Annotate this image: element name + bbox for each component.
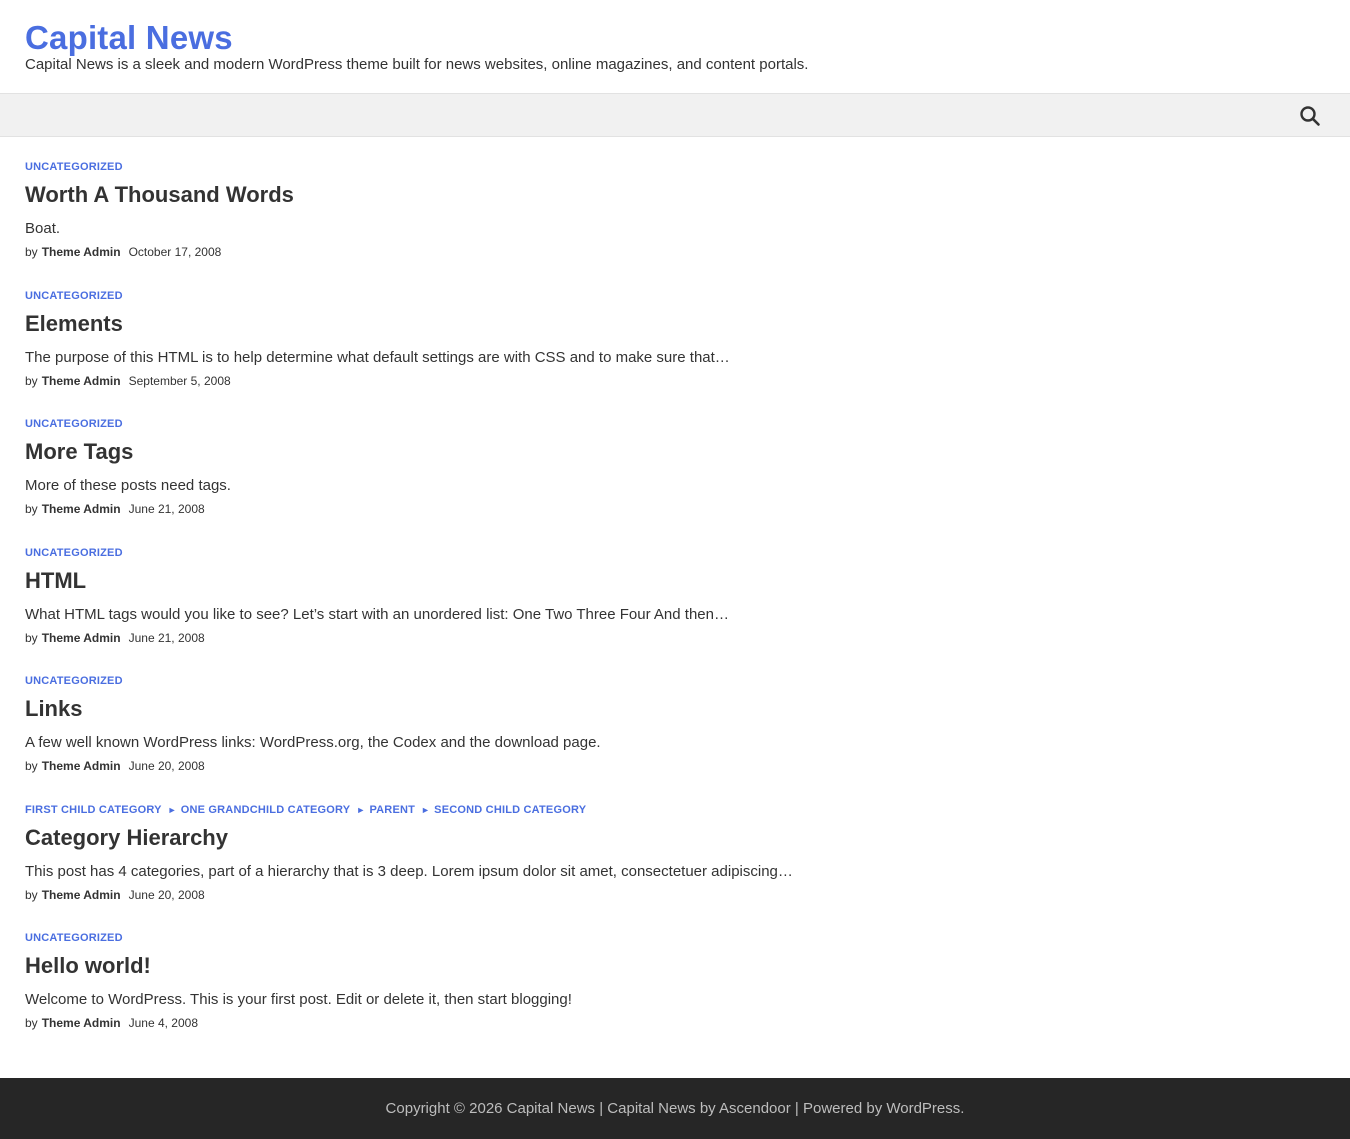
site-title[interactable]: Capital News (25, 16, 233, 60)
main-navigation (0, 93, 1350, 137)
category-link[interactable]: Parent (369, 804, 415, 816)
post-title[interactable]: Worth A Thousand Words (25, 181, 294, 209)
footer-theme-credit[interactable]: Capital News by Ascendoor (607, 1100, 790, 1117)
post-item: Uncategorized More Tags More of these post… (25, 394, 1325, 523)
search-icon (1300, 106, 1320, 126)
post-date-link[interactable]: June 21, 2008 (129, 502, 205, 516)
post-title[interactable]: Links (25, 695, 82, 723)
post-date-link[interactable]: June 20, 2008 (129, 759, 205, 773)
category-link[interactable]: Second Child Category (434, 804, 586, 816)
post-item: Uncategorized Elements The purpose of this… (25, 266, 1325, 395)
post-date-link[interactable]: June 21, 2008 (129, 631, 205, 645)
site-tagline: Capital News is a sleek and modern WordP… (25, 56, 809, 73)
category-link[interactable]: One Grandchild Category (181, 804, 351, 816)
post-author-link[interactable]: Theme Admin (42, 245, 121, 259)
category-separator-icon: ► (421, 804, 431, 815)
category-separator-icon: ► (356, 804, 366, 815)
post-meta-by-label: by (25, 887, 38, 902)
footer-separator: | (599, 1100, 604, 1117)
post-excerpt: This post has 4 categories, part of a hi… (25, 862, 793, 880)
post-meta: by Theme Admin June 21, 2008 (25, 502, 205, 516)
post-meta: by Theme Admin June 21, 2008 (25, 631, 205, 645)
post-author-link[interactable]: Theme Admin (42, 502, 121, 516)
post-categories: Uncategorized (25, 161, 123, 173)
post-title[interactable]: Hello world! (25, 952, 151, 980)
post-meta: by Theme Admin June 4, 2008 (25, 1016, 198, 1030)
category-link[interactable]: Uncategorized (25, 161, 123, 173)
post-excerpt: More of these posts need tags. (25, 477, 231, 494)
post-meta: by Theme Admin September 5, 2008 (25, 374, 231, 388)
post-categories: Uncategorized (25, 547, 123, 559)
post-title[interactable]: Category Hierarchy (25, 824, 228, 852)
category-link[interactable]: Uncategorized (25, 418, 123, 430)
post-categories: First Child Category ► One Grandchild Cate… (25, 804, 586, 816)
category-link[interactable]: First Child Category (25, 804, 162, 816)
post-list: Uncategorized Worth A Thousand Words Boat.… (25, 137, 1325, 1037)
category-link[interactable]: Uncategorized (25, 547, 123, 559)
post-author-link[interactable]: Theme Admin (42, 631, 121, 645)
post-meta-by-label: by (25, 502, 38, 516)
site-header: Capital News Capital News is a sleek and… (0, 0, 1350, 93)
footer-powered-by[interactable]: Powered by WordPress. (803, 1100, 964, 1117)
post-date-link[interactable]: June 4, 2008 (129, 1016, 198, 1030)
post-item: Uncategorized HTML What HTML tags would yo… (25, 523, 1325, 652)
post-meta-by-label: by (25, 1016, 38, 1030)
post-date-link[interactable]: October 17, 2008 (129, 245, 222, 259)
post-meta: by Theme Admin June 20, 2008 (25, 759, 205, 773)
post-item: Uncategorized Worth A Thousand Words Boat.… (25, 137, 1325, 266)
post-excerpt: Boat. (25, 220, 61, 237)
post-author-link[interactable]: Theme Admin (42, 374, 121, 388)
post-item: Uncategorized Links A few well known WordP… (25, 651, 1325, 780)
category-separator-icon: ► (167, 804, 177, 815)
post-meta: by Theme Admin October 17, 2008 (25, 245, 221, 259)
category-link[interactable]: Uncategorized (25, 290, 123, 302)
post-author-link[interactable]: Theme Admin (42, 1016, 121, 1030)
post-categories: Uncategorized (25, 290, 123, 302)
post-title[interactable]: Elements (25, 310, 123, 338)
post-meta-by-label: by (25, 245, 38, 259)
category-link[interactable]: Uncategorized (25, 932, 123, 944)
post-excerpt: What HTML tags would you like to see? Le… (25, 605, 729, 623)
footer-separator: | (794, 1100, 799, 1117)
post-date-link[interactable]: September 5, 2008 (129, 374, 231, 388)
post-categories: Uncategorized (25, 418, 123, 430)
category-link[interactable]: Uncategorized (25, 675, 123, 687)
post-item: Uncategorized Hello world! Welcome to Word… (25, 908, 1325, 1037)
search-button[interactable] (1298, 104, 1322, 128)
post-excerpt: The purpose of this HTML is to help dete… (25, 348, 730, 366)
site-footer: Copyright © 2026 Capital News | Capital … (0, 1078, 1350, 1139)
post-excerpt: Welcome to WordPress. This is your first… (25, 991, 572, 1008)
post-meta-by-label: by (25, 759, 38, 773)
post-date-link[interactable]: June 20, 2008 (129, 888, 205, 902)
post-meta-by-label: by (25, 373, 38, 388)
post-author-link[interactable]: Theme Admin (42, 759, 121, 773)
post-title[interactable]: More Tags (25, 438, 133, 466)
post-author-link[interactable]: Theme Admin (42, 888, 121, 902)
footer-copyright[interactable]: Copyright © 2026 Capital News (386, 1100, 596, 1117)
post-categories: Uncategorized (25, 675, 123, 687)
post-item: First Child Category ► One Grandchild Cate… (25, 780, 1325, 909)
post-categories: Uncategorized (25, 932, 123, 944)
post-meta: by Theme Admin June 20, 2008 (25, 888, 205, 902)
post-excerpt: A few well known WordPress links: WordPr… (25, 734, 601, 751)
post-title[interactable]: HTML (25, 567, 86, 595)
post-meta-by-label: by (25, 630, 38, 645)
